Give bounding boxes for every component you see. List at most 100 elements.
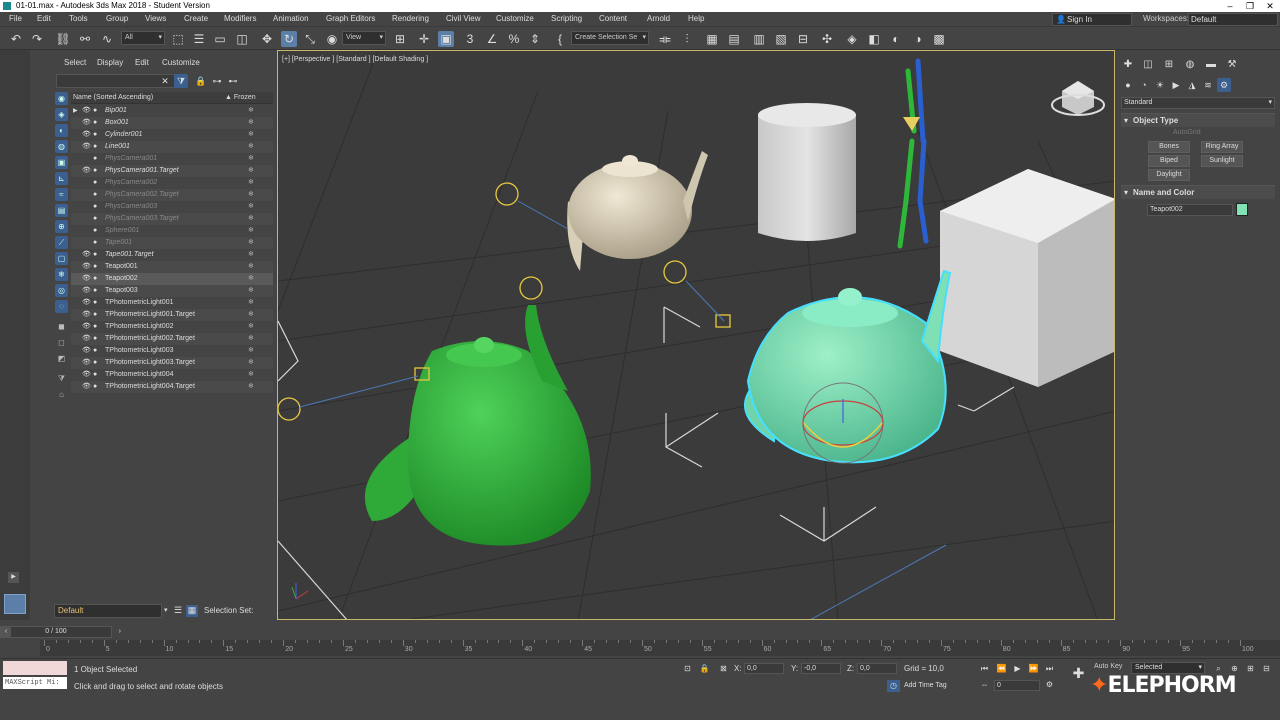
selection-lock-icon[interactable]: 🔒: [698, 663, 711, 675]
frozen-icon[interactable]: ❄: [248, 321, 254, 333]
table-row[interactable]: ● Sphere001 ❄: [71, 225, 273, 237]
visibility-eye-icon[interactable]: 👁: [82, 249, 91, 261]
visibility-eye-icon[interactable]: 👁: [82, 297, 91, 309]
viewport-scene[interactable]: [278, 51, 1115, 620]
table-row[interactable]: ● PhysCamera003.Target ❄: [71, 213, 273, 225]
layers-icon[interactable]: ☰: [172, 605, 184, 617]
frozen-icon[interactable]: ❄: [248, 141, 254, 153]
lock-icon[interactable]: 🔒: [194, 74, 208, 88]
viewport-layout-icon[interactable]: [4, 594, 26, 614]
table-row[interactable]: 👁 ● TPhotometricLight002 ❄: [71, 321, 273, 333]
edit-named-sel-icon[interactable]: {: [552, 31, 568, 47]
visibility-eye-icon[interactable]: 👁: [82, 345, 91, 357]
frozen-icon[interactable]: ❄: [248, 105, 254, 117]
utilities-tab-icon[interactable]: ⚒: [1225, 58, 1239, 72]
display-lights-icon[interactable]: ◍: [55, 140, 68, 153]
isolate-icon[interactable]: ⊡: [681, 663, 694, 675]
select-object-icon[interactable]: ⬚: [170, 31, 186, 47]
table-row[interactable]: 👁 ● Line001 ❄: [71, 141, 273, 153]
frozen-icon[interactable]: ❄: [248, 165, 254, 177]
time-slider[interactable]: ‹ 0 / 100 ›: [0, 626, 121, 638]
menu-edit[interactable]: Edit: [37, 14, 51, 23]
keyboard-shortcut-icon[interactable]: ▣: [438, 31, 454, 47]
restore-icon[interactable]: ❐: [1240, 0, 1260, 12]
visibility-eye-icon[interactable]: 👁: [82, 261, 91, 273]
systems-icon[interactable]: ⚙: [1217, 78, 1231, 92]
perspective-viewport[interactable]: [+] [Perspective ] [Standard ] [Default …: [277, 50, 1115, 620]
link-icon[interactable]: ⛓: [55, 31, 71, 47]
frozen-icon[interactable]: ❄: [248, 177, 254, 189]
display-all-icon[interactable]: ◉: [55, 92, 68, 105]
motion-tab-icon[interactable]: ◍: [1183, 58, 1197, 72]
frozen-icon[interactable]: ❄: [248, 381, 254, 393]
menu-content[interactable]: Content: [599, 14, 627, 23]
render-setup-icon[interactable]: ◈: [844, 31, 860, 47]
rollout-object-type[interactable]: Object Type: [1121, 113, 1275, 128]
funnel-icon[interactable]: ⧩: [55, 372, 68, 385]
ring-array-button[interactable]: Ring Array: [1201, 141, 1243, 153]
selection-set-icon[interactable]: ▦: [186, 605, 198, 617]
visibility-eye-icon[interactable]: 👁: [82, 369, 91, 381]
cylinder-object[interactable]: [758, 103, 856, 241]
curve-editor-icon[interactable]: ▧: [773, 31, 789, 47]
align-icon[interactable]: ⫶: [679, 31, 695, 47]
table-row[interactable]: 👁 ● TPhotometricLight001.Target ❄: [71, 309, 273, 321]
table-row[interactable]: ● PhysCamera002.Target ❄: [71, 189, 273, 201]
create-tab-icon[interactable]: ✚: [1121, 58, 1135, 72]
visibility-eye-icon[interactable]: 👁: [82, 129, 91, 141]
frozen-icon[interactable]: ❄: [248, 297, 254, 309]
frozen-icon[interactable]: ❄: [248, 153, 254, 165]
zoom-extents-all-icon[interactable]: ⊟: [1260, 663, 1273, 675]
frozen-icon[interactable]: ❄: [248, 117, 254, 129]
angle-snap-icon[interactable]: ∠: [484, 31, 500, 47]
select-by-name-icon[interactable]: ☰: [191, 31, 207, 47]
visibility-eye-icon[interactable]: 👁: [82, 357, 91, 369]
toggle-ribbon-icon[interactable]: ▥: [751, 31, 767, 47]
z-coordinate-field[interactable]: 0,0: [857, 663, 897, 674]
select-all-icon[interactable]: ◼: [55, 320, 68, 333]
layer-icon[interactable]: ⊷: [226, 74, 240, 88]
frozen-icon[interactable]: ❄: [248, 201, 254, 213]
visibility-eye-icon[interactable]: 👁: [82, 117, 91, 129]
visibility-eye-icon[interactable]: 👁: [82, 141, 91, 153]
table-row[interactable]: 👁 ● Tape001.Target ❄: [71, 249, 273, 261]
slider-next-icon[interactable]: ›: [119, 627, 121, 637]
frozen-icon[interactable]: ❄: [248, 333, 254, 345]
rollout-name-and-color[interactable]: Name and Color: [1121, 185, 1275, 200]
table-row[interactable]: 👁 ● TPhotometricLight004.Target ❄: [71, 381, 273, 393]
table-row[interactable]: 👁 ● Box001 ❄: [71, 117, 273, 129]
biped-button[interactable]: Biped: [1148, 155, 1190, 167]
shapes-icon[interactable]: ◔: [1137, 78, 1151, 92]
menu-views[interactable]: Views: [145, 14, 166, 23]
frozen-icon[interactable]: ❄: [248, 237, 254, 249]
se-menu-display[interactable]: Display: [97, 58, 123, 67]
percent-snap-icon[interactable]: %: [506, 31, 522, 47]
menu-scripting[interactable]: Scripting: [551, 14, 582, 23]
frozen-icon[interactable]: ❄: [248, 369, 254, 381]
display-hidden-icon[interactable]: ◎: [55, 284, 68, 297]
redo-icon[interactable]: ↷: [29, 31, 45, 47]
frozen-icon[interactable]: ❄: [248, 345, 254, 357]
table-row[interactable]: 👁 ● TPhotometricLight003 ❄: [71, 345, 273, 357]
menu-customize[interactable]: Customize: [496, 14, 534, 23]
visibility-eye-icon[interactable]: 👁: [82, 285, 91, 297]
display-spacewarps-icon[interactable]: ≈: [55, 188, 68, 201]
prev-frame-icon[interactable]: ⏪: [995, 663, 1008, 675]
pivot-center-icon[interactable]: ⊞: [392, 31, 408, 47]
next-frame-icon[interactable]: ⏩: [1027, 663, 1040, 675]
mirror-icon[interactable]: ⟚: [657, 31, 673, 47]
frozen-icon[interactable]: ❄: [248, 285, 254, 297]
display-cameras-icon[interactable]: ▣: [55, 156, 68, 169]
display-tab-icon[interactable]: ▬: [1204, 58, 1218, 72]
column-frozen[interactable]: ▲ Frozen: [225, 94, 256, 101]
expand-triangle-icon[interactable]: ▶: [73, 105, 78, 117]
frozen-icon[interactable]: ❄: [248, 309, 254, 321]
space-warps-icon[interactable]: ≋: [1201, 78, 1215, 92]
frozen-icon[interactable]: ❄: [248, 261, 254, 273]
minimize-icon[interactable]: –: [1220, 0, 1240, 12]
display-shapes-icon[interactable]: ◐: [55, 124, 68, 137]
window-crossing-icon[interactable]: ◫: [234, 31, 250, 47]
current-frame-field[interactable]: 0: [994, 680, 1040, 691]
display-geometry-icon[interactable]: ◈: [55, 108, 68, 121]
select-manipulate-icon[interactable]: ✛: [416, 31, 432, 47]
